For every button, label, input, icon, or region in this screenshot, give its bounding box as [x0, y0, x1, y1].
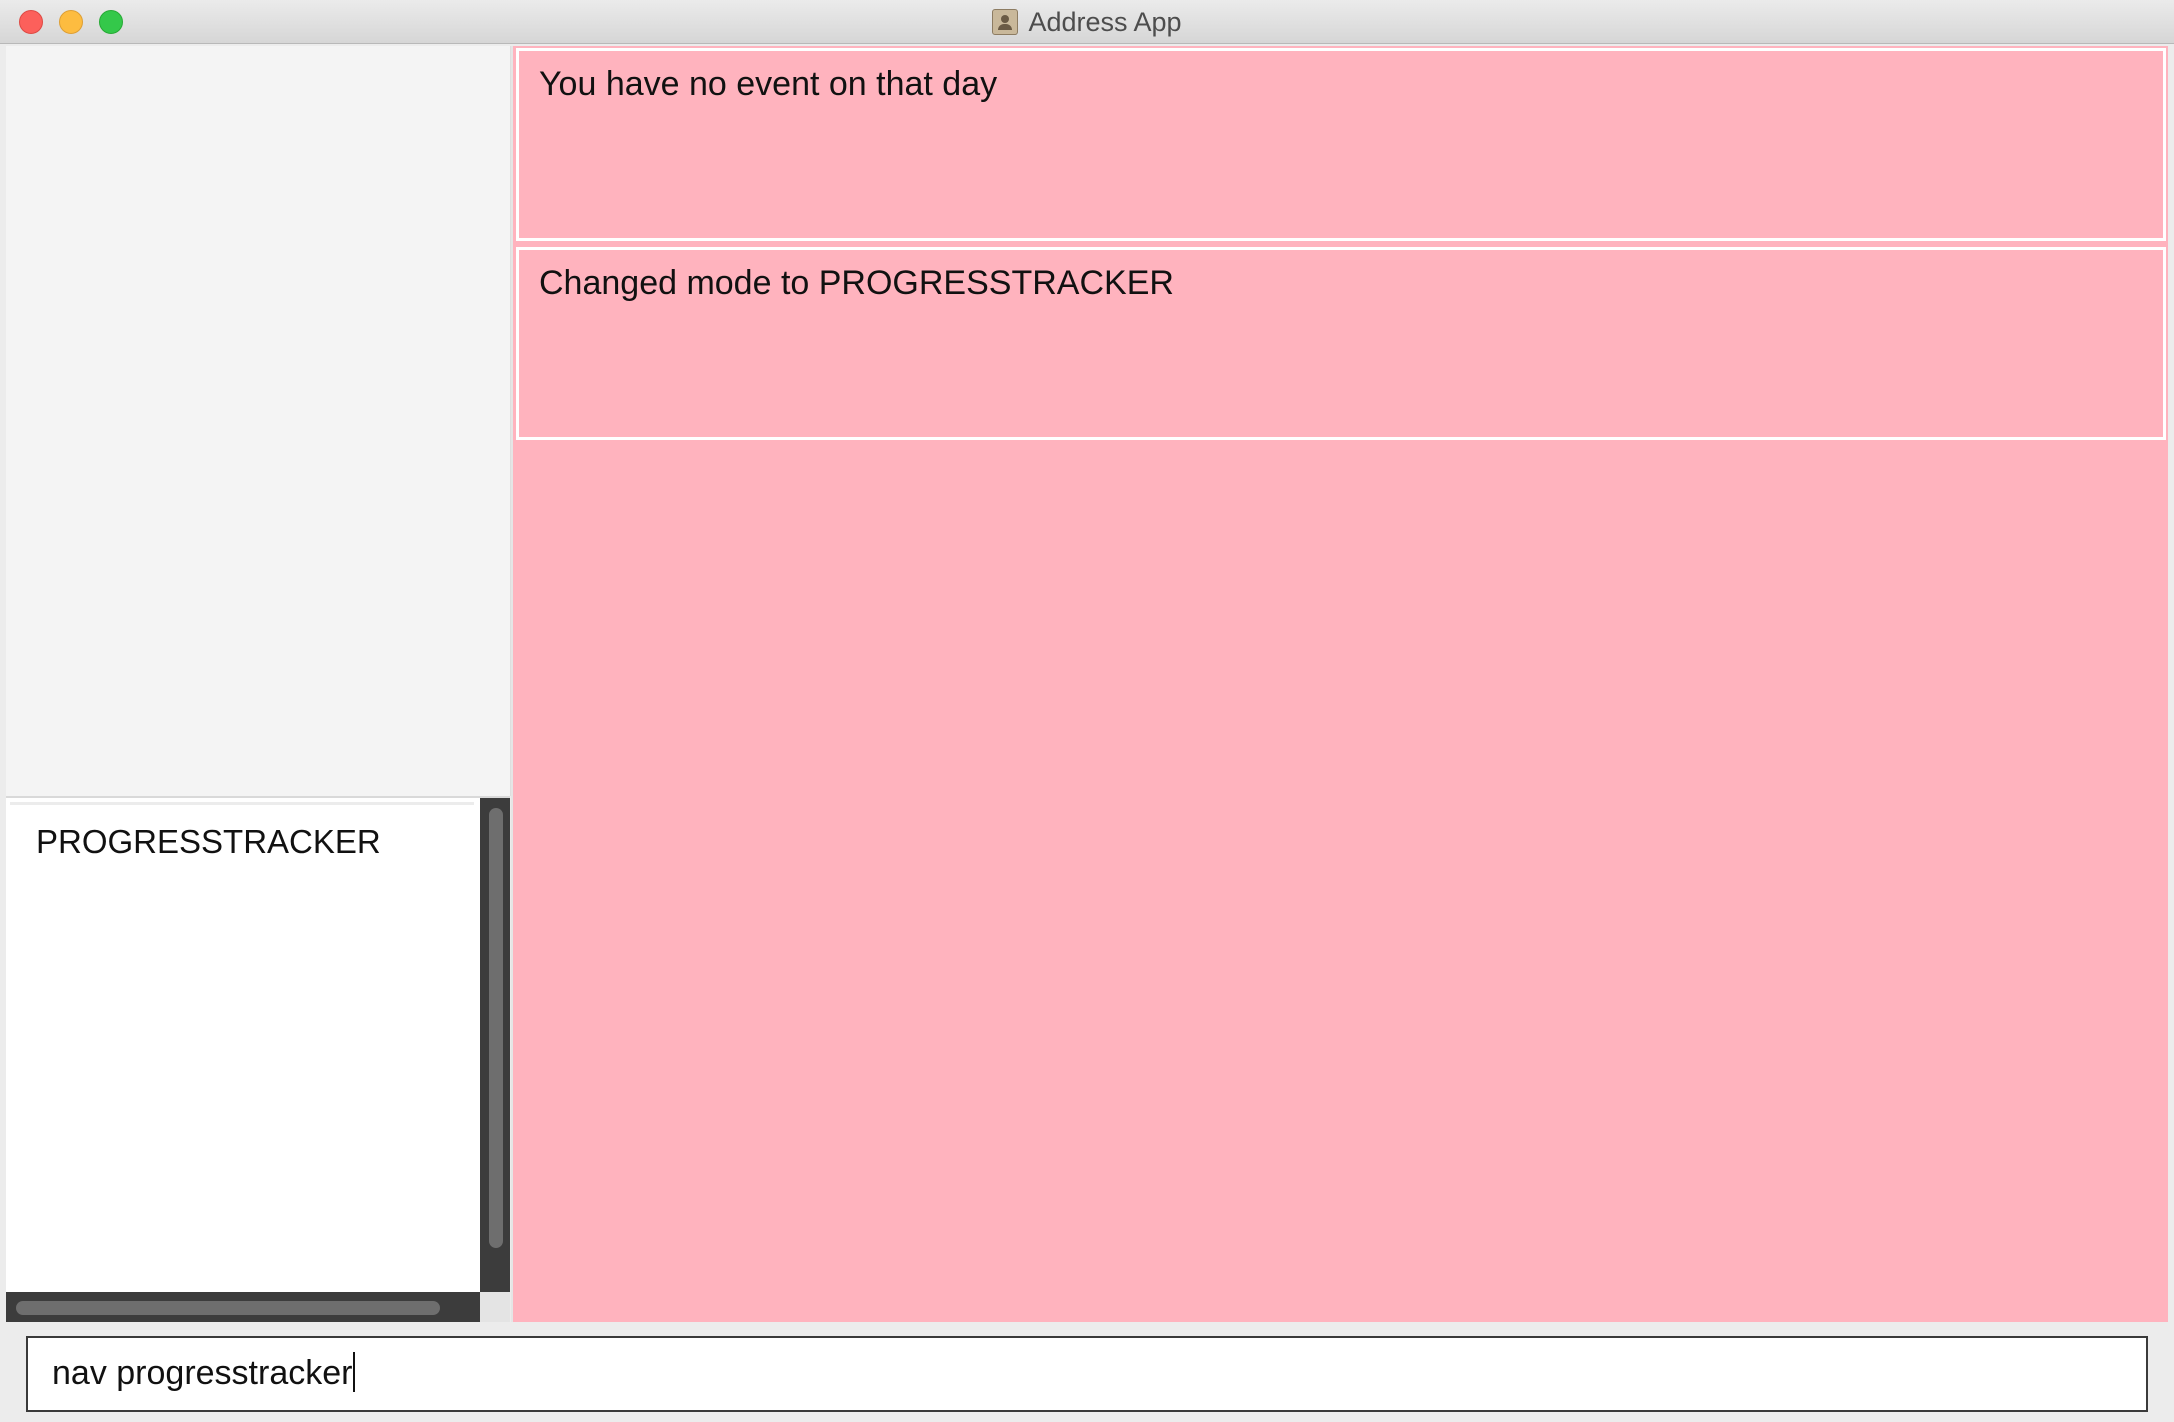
vertical-scrollbar[interactable] — [480, 798, 510, 1292]
result-message-card: You have no event on that day — [516, 48, 2166, 241]
app-window: Address App PROGRESSTRACKER You have no … — [0, 0, 2174, 1422]
text-caret — [353, 1352, 356, 1392]
horizontal-scroll-thumb[interactable] — [16, 1301, 440, 1315]
command-input-value[interactable]: nav progresstracker — [52, 1352, 356, 1393]
result-display-panel: You have no event on that day Changed mo… — [511, 46, 2168, 1322]
vertical-scroll-thumb[interactable] — [489, 808, 503, 1248]
scrollbar-corner — [480, 1292, 510, 1322]
result-message-text: Changed mode to PROGRESSTRACKER — [539, 264, 1174, 302]
title-group: Address App — [0, 0, 2174, 44]
horizontal-scrollbar[interactable] — [6, 1292, 480, 1322]
address-book-icon — [992, 9, 1019, 35]
left-empty-panel — [6, 46, 511, 796]
result-message-text: You have no event on that day — [539, 65, 998, 103]
command-text: nav progresstracker — [52, 1354, 353, 1392]
list-item-label: PROGRESSTRACKER — [36, 823, 381, 860]
mode-list: PROGRESSTRACKER — [6, 802, 478, 1286]
command-input[interactable]: nav progresstracker — [26, 1336, 2148, 1412]
window-title: Address App — [1028, 6, 1182, 37]
command-area: nav progresstracker — [0, 1322, 2174, 1422]
result-message-card: Changed mode to PROGRESSTRACKER — [516, 247, 2166, 440]
mode-list-panel: PROGRESSTRACKER — [6, 796, 510, 1322]
title-bar[interactable]: Address App — [0, 0, 2174, 44]
list-item[interactable]: PROGRESSTRACKER — [10, 802, 474, 861]
